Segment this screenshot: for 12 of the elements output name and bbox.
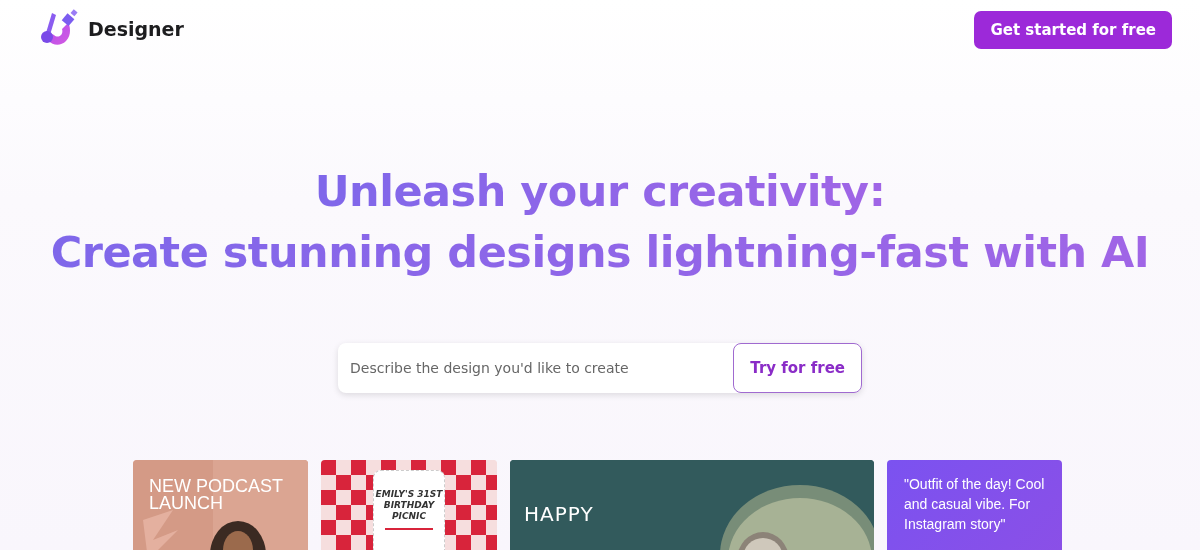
card-text: BIRTHDAY xyxy=(383,500,435,511)
prompt-field[interactable]: Describe the design you'd like to create Try for free xyxy=(338,343,862,393)
card-text: "Outfit of the day! Cool and casual vibe. For Instagram story" xyxy=(904,475,1046,534)
get-started-button[interactable]: Get started for free xyxy=(974,11,1172,49)
card-text: HAPPY xyxy=(524,502,594,526)
card-text: NEW PODCAST xyxy=(149,478,283,495)
try-button[interactable]: Try for free xyxy=(733,343,862,393)
date-line xyxy=(385,528,433,530)
card-text: EMILY'S 31ST xyxy=(375,489,443,500)
card-text: LAUNCH xyxy=(149,495,224,512)
brand-name: Designer xyxy=(88,18,184,40)
card-text: PICNIC xyxy=(391,511,426,522)
